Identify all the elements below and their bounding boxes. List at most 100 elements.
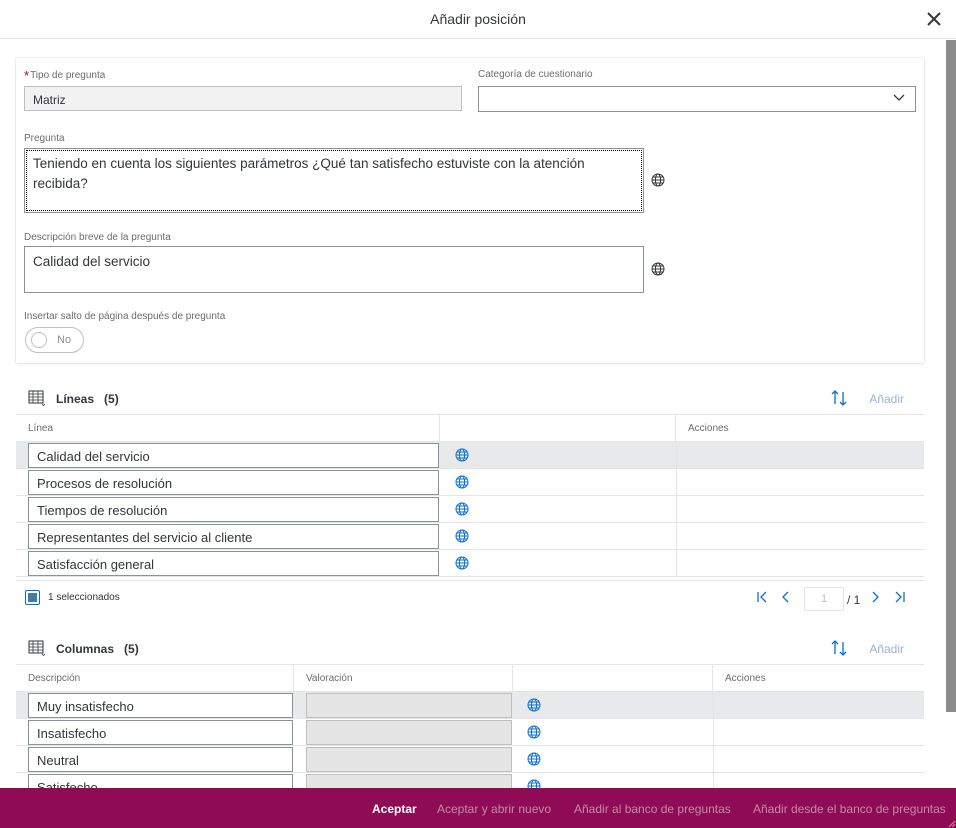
- line-input[interactable]: Representantes del servicio al cliente: [28, 524, 439, 549]
- column-input[interactable]: Neutral: [28, 747, 293, 772]
- table-row[interactable]: Representantes del servicio al cliente: [16, 523, 924, 550]
- page-input[interactable]: 1: [804, 587, 844, 611]
- question-form-card: *Tipo de pregunta Matriz Categoría de cu…: [16, 58, 924, 363]
- dialog-content: *Tipo de pregunta Matriz Categoría de cu…: [0, 40, 944, 788]
- line-input[interactable]: Procesos de resolución: [28, 470, 439, 495]
- resize-grip-icon[interactable]: [946, 818, 956, 828]
- table-row[interactable]: Procesos de resolución: [16, 469, 924, 496]
- columns-add-button[interactable]: Añadir: [869, 642, 904, 656]
- add-to-bank-button[interactable]: Añadir al banco de preguntas: [574, 802, 731, 816]
- table-row[interactable]: Satisfecho: [16, 773, 924, 788]
- short-desc-textarea[interactable]: Calidad del servicio: [24, 246, 644, 293]
- switch-state: No: [57, 334, 72, 346]
- content-scrollbar[interactable]: [944, 40, 956, 788]
- lines-title: Líneas (5): [56, 392, 119, 406]
- divider: [676, 442, 677, 469]
- divider: [676, 496, 677, 523]
- col-header-translation: [513, 665, 713, 692]
- table-icon: [28, 390, 46, 406]
- lines-table: Línea Acciones Calidad del servicio Proc…: [16, 414, 924, 577]
- globe-icon[interactable]: [527, 725, 541, 739]
- selected-count: 1 seleccionados: [48, 592, 120, 603]
- divider: [713, 773, 714, 788]
- first-page-icon[interactable]: [754, 589, 770, 605]
- divider: [713, 719, 714, 746]
- globe-icon[interactable]: [527, 752, 541, 766]
- sort-icon[interactable]: [830, 639, 848, 657]
- globe-icon[interactable]: [455, 529, 469, 543]
- last-page-icon[interactable]: [892, 589, 908, 605]
- select-all-checkbox[interactable]: [25, 590, 40, 605]
- globe-icon[interactable]: [527, 698, 541, 712]
- table-row[interactable]: Tiempos de resolución: [16, 496, 924, 523]
- table-header: Línea Acciones: [16, 415, 924, 442]
- question-type-field: Matriz: [24, 86, 462, 111]
- globe-icon[interactable]: [455, 556, 469, 570]
- accept-button[interactable]: Aceptar: [372, 802, 417, 816]
- table-row[interactable]: Neutral: [16, 746, 924, 773]
- short-desc-label: Descripción breve de la pregunta: [24, 232, 171, 243]
- table-row[interactable]: Insatisfecho: [16, 719, 924, 746]
- col-header-translation: [440, 415, 676, 442]
- prev-page-icon[interactable]: [778, 589, 794, 605]
- divider: [713, 746, 714, 773]
- rating-field: [306, 693, 512, 718]
- category-label: Categoría de cuestionario: [478, 69, 593, 80]
- globe-icon[interactable]: [455, 502, 469, 516]
- globe-icon[interactable]: [651, 173, 665, 187]
- rating-field: [306, 774, 512, 788]
- page-break-switch[interactable]: No: [25, 327, 84, 353]
- switch-knob: [31, 332, 47, 348]
- chevron-down-icon[interactable]: [893, 94, 905, 102]
- line-input[interactable]: Tiempos de resolución: [28, 497, 439, 522]
- globe-icon[interactable]: [651, 262, 665, 276]
- col-header-actions: Acciones: [725, 673, 766, 684]
- table-row[interactable]: Satisfacción general: [16, 550, 924, 577]
- col-header-description: Descripción: [16, 665, 294, 692]
- divider: [676, 523, 677, 550]
- dialog-footer: Aceptar Aceptar y abrir nuevo Añadir al …: [0, 788, 956, 828]
- scrollbar-thumb[interactable]: [946, 40, 956, 712]
- globe-icon[interactable]: [455, 448, 469, 462]
- column-input[interactable]: Muy insatisfecho: [28, 693, 293, 718]
- rating-field: [306, 720, 512, 745]
- close-icon[interactable]: [924, 9, 944, 29]
- question-textarea[interactable]: Teniendo en cuenta los siguientes paráme…: [24, 148, 644, 213]
- columns-toolbar: Columnas (5) Añadir: [16, 633, 924, 663]
- accept-new-button[interactable]: Aceptar y abrir nuevo: [437, 802, 551, 816]
- column-input[interactable]: Insatisfecho: [28, 720, 293, 745]
- table-header: Descripción Valoración Acciones: [16, 665, 924, 692]
- table-row[interactable]: Calidad del servicio: [16, 442, 924, 469]
- col-header-line: Línea: [16, 415, 440, 442]
- dialog-title: Añadir posición: [430, 11, 526, 27]
- page-total: / 1: [847, 593, 861, 607]
- question-label: Pregunta: [24, 133, 65, 144]
- lines-toolbar: Líneas (5) Añadir: [16, 383, 924, 413]
- add-position-dialog: Añadir posición *Tipo de pregunta Matriz…: [0, 0, 956, 828]
- lines-add-button[interactable]: Añadir: [869, 392, 904, 406]
- col-header-rating: Valoración: [294, 665, 513, 692]
- question-type-label: *Tipo de pregunta: [24, 68, 106, 83]
- lines-footer: 1 seleccionados 1 / 1: [16, 580, 924, 612]
- next-page-icon[interactable]: [867, 589, 883, 605]
- divider: [676, 469, 677, 496]
- table-row[interactable]: Muy insatisfecho: [16, 692, 924, 719]
- globe-icon[interactable]: [455, 475, 469, 489]
- add-from-bank-button[interactable]: Añadir desde el banco de preguntas: [753, 802, 946, 816]
- line-input[interactable]: Satisfacción general: [28, 551, 439, 576]
- dialog-header: Añadir posición: [0, 0, 956, 39]
- columns-title: Columnas (5): [56, 642, 139, 656]
- divider: [676, 550, 677, 577]
- pagination: 1 / 1: [754, 585, 924, 611]
- page-break-label: Insertar salto de página después de preg…: [24, 311, 226, 322]
- columns-table: Descripción Valoración Acciones Muy insa…: [16, 664, 924, 788]
- sort-icon[interactable]: [830, 389, 848, 407]
- globe-icon[interactable]: [527, 779, 541, 788]
- line-input[interactable]: Calidad del servicio: [28, 443, 439, 468]
- rating-field: [306, 747, 512, 772]
- col-header-actions: Acciones: [688, 423, 729, 434]
- column-input[interactable]: Satisfecho: [28, 774, 293, 788]
- divider: [713, 692, 714, 719]
- category-select[interactable]: [478, 86, 916, 112]
- table-icon: [28, 640, 46, 656]
